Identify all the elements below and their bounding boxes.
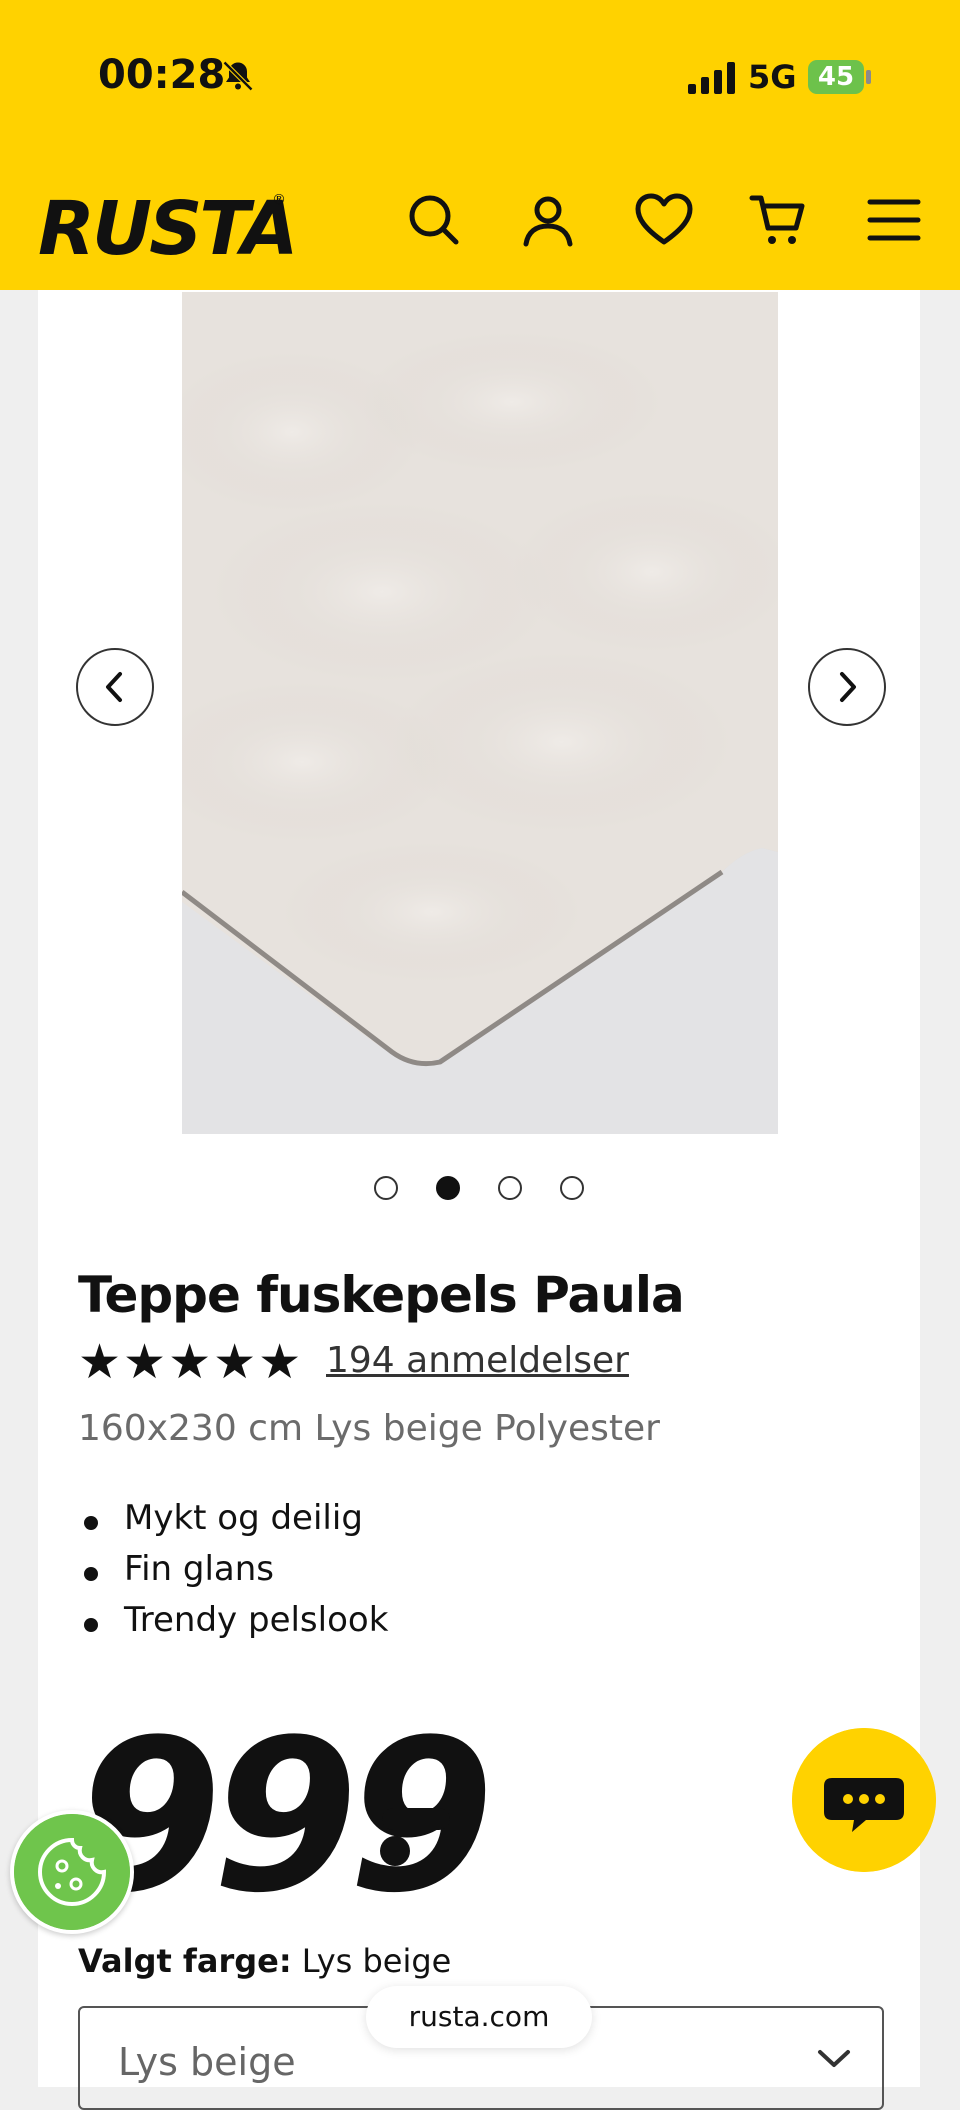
browser-url-bar[interactable]: rusta.com: [366, 1986, 592, 2048]
reviews-link[interactable]: 194 anmeldelser: [326, 1340, 629, 1381]
heart-icon[interactable]: [634, 190, 694, 250]
product-image[interactable]: [182, 292, 778, 1134]
selected-color-label: Valgt farge: Lys beige: [78, 1942, 451, 1980]
feature-item: Mykt og deilig: [78, 1498, 388, 1549]
status-time: 00:28: [98, 52, 226, 98]
cookie-consent-button[interactable]: [10, 1810, 134, 1934]
gallery-prev-button[interactable]: [76, 648, 154, 726]
status-bar: 00:28 5G 45: [0, 0, 960, 160]
gallery-pagination: [372, 1176, 592, 1204]
site-header: RUSTA ®: [0, 160, 960, 290]
signal-icon: [688, 62, 735, 94]
feature-item: Fin glans: [78, 1549, 388, 1600]
gallery-dot-3[interactable]: [498, 1176, 522, 1200]
battery-tip: [866, 70, 871, 84]
gallery-dot-4[interactable]: [560, 1176, 584, 1200]
account-icon[interactable]: [518, 190, 578, 250]
fur-rug-illustration: [182, 292, 778, 1134]
gallery-dot-2[interactable]: [436, 1176, 460, 1200]
product-title: Teppe fuskepels Paula: [78, 1266, 685, 1324]
battery-indicator: 45: [808, 60, 864, 94]
cart-icon[interactable]: [748, 190, 808, 250]
search-icon[interactable]: [404, 190, 464, 250]
rusta-logo[interactable]: RUSTA: [38, 186, 298, 272]
color-select-value: Lys beige: [118, 2040, 296, 2084]
menu-icon[interactable]: [864, 190, 924, 250]
selected-color-key: Valgt farge:: [78, 1942, 292, 1980]
chevron-down-icon: [818, 2050, 850, 2067]
bell-muted-icon: [222, 60, 254, 92]
product-subtitle: 160x230 cm Lys beige Polyester: [78, 1408, 660, 1449]
gallery-dot-1[interactable]: [374, 1176, 398, 1200]
price-dash-mark: [382, 1808, 450, 1830]
feature-list: Mykt og deilig Fin glans Trendy pelslook: [78, 1498, 388, 1651]
rating-stars-icon: ★★★★★: [78, 1334, 304, 1390]
battery-level: 45: [817, 62, 855, 92]
chat-button[interactable]: [792, 1728, 936, 1872]
registered-mark-icon: ®: [272, 192, 286, 208]
selected-color-value: Lys beige: [301, 1942, 452, 1980]
network-type: 5G: [748, 58, 797, 96]
feature-item: Trendy pelslook: [78, 1600, 388, 1651]
price-dot-mark: [380, 1836, 410, 1866]
gallery-next-button[interactable]: [808, 648, 886, 726]
